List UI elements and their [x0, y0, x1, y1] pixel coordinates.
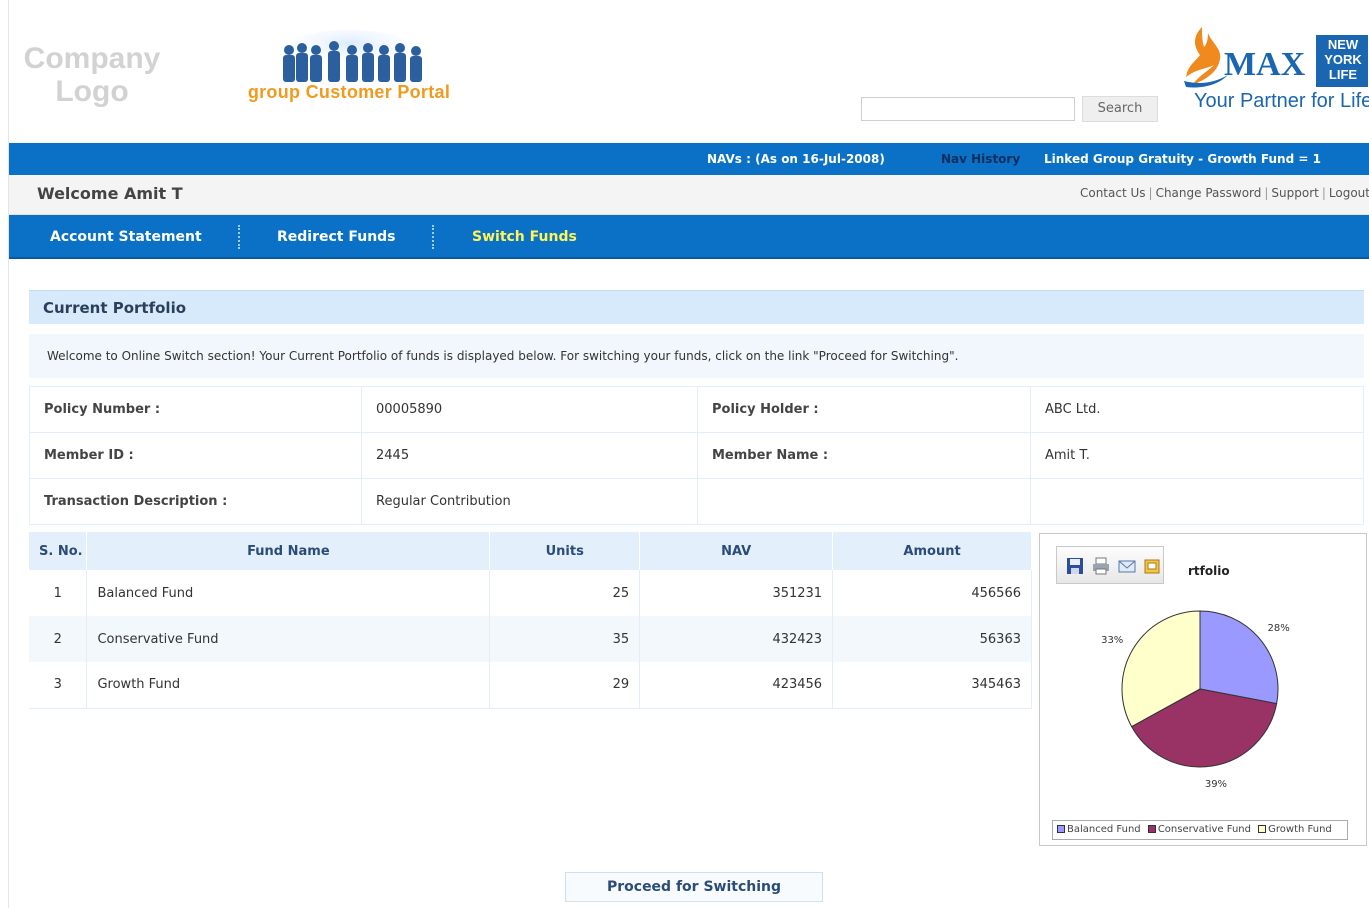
- legend-item: Balanced Fund: [1067, 824, 1141, 835]
- empty-cell: [1030, 478, 1364, 525]
- nav-history-link[interactable]: Nav History: [941, 143, 1020, 175]
- legend-swatch: [1147, 825, 1156, 833]
- cell-units: 25: [489, 570, 641, 616]
- legend-item: Conservative Fund: [1157, 824, 1251, 835]
- table-row: 3 Growth Fund 29 423456 345463: [29, 662, 1032, 709]
- col-fund-name: Fund Name: [86, 532, 491, 570]
- transaction-description-label: Transaction Description :: [29, 478, 362, 525]
- welcome-bar: Welcome Amit T Contact Us | Change Passwor…: [9, 175, 1369, 215]
- portal-page: Company Logo group Customer Portal Searc…: [8, 0, 1369, 908]
- cell-sno: 3: [29, 662, 88, 709]
- table-row: Member ID : 2445 Member Name : Amit T.: [29, 432, 1364, 479]
- cell-units: 35: [489, 616, 641, 662]
- table-row: Policy Number : 00005890 Policy Holder :…: [29, 386, 1364, 433]
- nav-info-bar: NAVs : (As on 16-Jul-2008) Nav History L…: [9, 143, 1369, 175]
- member-name-label: Member Name :: [697, 432, 1031, 479]
- member-name-value: Amit T.: [1030, 432, 1364, 479]
- email-icon[interactable]: [1117, 556, 1137, 576]
- legend-swatch: [1258, 825, 1267, 833]
- cell-fund-name: Conservative Fund: [86, 616, 491, 662]
- tab-account-statement[interactable]: Account Statement: [50, 215, 202, 259]
- cell-sno: 1: [29, 570, 88, 616]
- tab-redirect-funds[interactable]: Redirect Funds: [277, 215, 396, 259]
- cell-amount: 56363: [832, 616, 1032, 662]
- col-amount: Amount: [832, 532, 1032, 570]
- table-row: 2 Conservative Fund 35 432423 56363: [29, 616, 1032, 662]
- policy-number-label: Policy Number :: [29, 386, 362, 433]
- table-header-row: S. No. Fund Name Units NAV Amount: [29, 532, 1032, 570]
- chart-toolbar: [1056, 546, 1164, 584]
- col-sno: S. No.: [29, 532, 88, 570]
- cell-nav: 351231: [639, 570, 834, 616]
- pie-data-label: 39%: [1205, 779, 1227, 790]
- cell-sno: 2: [29, 616, 88, 662]
- search-button[interactable]: Search: [1082, 96, 1158, 122]
- search-input[interactable]: [861, 97, 1075, 121]
- welcome-greeting: Welcome Amit T: [37, 184, 183, 203]
- cell-amount: 345463: [832, 662, 1032, 709]
- change-password-link[interactable]: Change Password: [1156, 186, 1262, 200]
- transaction-description-value: Regular Contribution: [361, 478, 698, 525]
- pie-chart: 28% 39% 33%: [1101, 610, 1290, 790]
- brand-name: MAX: [1224, 46, 1306, 83]
- nav-divider: [238, 225, 240, 249]
- legend-item: Growth Fund: [1268, 824, 1332, 835]
- cell-nav: 432423: [639, 616, 834, 662]
- section-title: Current Portfolio: [43, 299, 187, 317]
- print-icon[interactable]: [1091, 556, 1111, 576]
- pie-data-label: 28%: [1267, 623, 1289, 634]
- table-row: 1 Balanced Fund 25 351231 456566: [29, 570, 1032, 616]
- nav-date: NAVs : (As on 16-Jul-2008): [707, 152, 885, 166]
- col-units: Units: [489, 532, 641, 570]
- intro-text: Welcome to Online Switch section! Your C…: [29, 334, 1364, 378]
- policy-holder-label: Policy Holder :: [697, 386, 1031, 433]
- people-silhouette-icon: [279, 30, 422, 82]
- funds-table: S. No. Fund Name Units NAV Amount 1 Bala…: [29, 532, 1032, 709]
- proceed-for-switching-button[interactable]: Proceed for Switching: [565, 872, 823, 902]
- cell-units: 29: [489, 662, 641, 709]
- nav-divider: [432, 225, 434, 249]
- cell-fund-name: Growth Fund: [86, 662, 491, 709]
- legend-swatch: [1057, 825, 1065, 833]
- policy-holder-value: ABC Ltd.: [1030, 386, 1364, 433]
- contact-us-link[interactable]: Contact Us: [1080, 186, 1146, 200]
- portal-title: group Customer Portal: [247, 82, 451, 102]
- logout-link[interactable]: Logout: [1329, 186, 1369, 200]
- empty-cell: [697, 478, 1031, 525]
- support-link[interactable]: Support: [1271, 186, 1318, 200]
- main-nav: Account Statement Redirect Funds Switch …: [9, 215, 1369, 259]
- save-icon[interactable]: [1065, 556, 1085, 576]
- table-row: Transaction Description : Regular Contri…: [29, 478, 1364, 525]
- cell-fund-name: Balanced Fund: [86, 570, 491, 616]
- portal-logo: group Customer Portal: [234, 30, 464, 110]
- col-nav: NAV: [639, 532, 834, 570]
- tab-switch-funds[interactable]: Switch Funds: [472, 215, 577, 259]
- current-portfolio-header: Current Portfolio: [29, 290, 1364, 324]
- company-logo: Company Logo: [23, 42, 161, 108]
- pie-slice-balanced-fund: [1199, 610, 1279, 705]
- member-id-label: Member ID :: [29, 432, 362, 479]
- chart-title: rtfolio: [1188, 564, 1230, 578]
- policy-details-table: Policy Number : 00005890 Policy Holder :…: [29, 386, 1364, 525]
- member-id-value: 2445: [361, 432, 698, 479]
- brand-tagline: Your Partner for Life: [1194, 90, 1369, 112]
- portfolio-chart-panel: rtfolio 28% 39% 33% Balanced Fund Conserva…: [1039, 533, 1367, 846]
- nav-fund-value: Linked Group Gratuity - Growth Fund = 1: [1044, 152, 1321, 166]
- top-links: Contact Us | Change Password | Support | Logou…: [1079, 186, 1369, 200]
- export-icon[interactable]: [1142, 556, 1162, 576]
- cell-nav: 423456: [639, 662, 834, 709]
- chart-legend: Balanced Fund Conservative Fund Growth F…: [1052, 820, 1348, 840]
- cell-amount: 456566: [832, 570, 1032, 616]
- policy-number-value: 00005890: [361, 386, 698, 433]
- brand-badge: NEW YORK LIFE: [1324, 37, 1362, 82]
- pie-data-label: 33%: [1101, 635, 1123, 646]
